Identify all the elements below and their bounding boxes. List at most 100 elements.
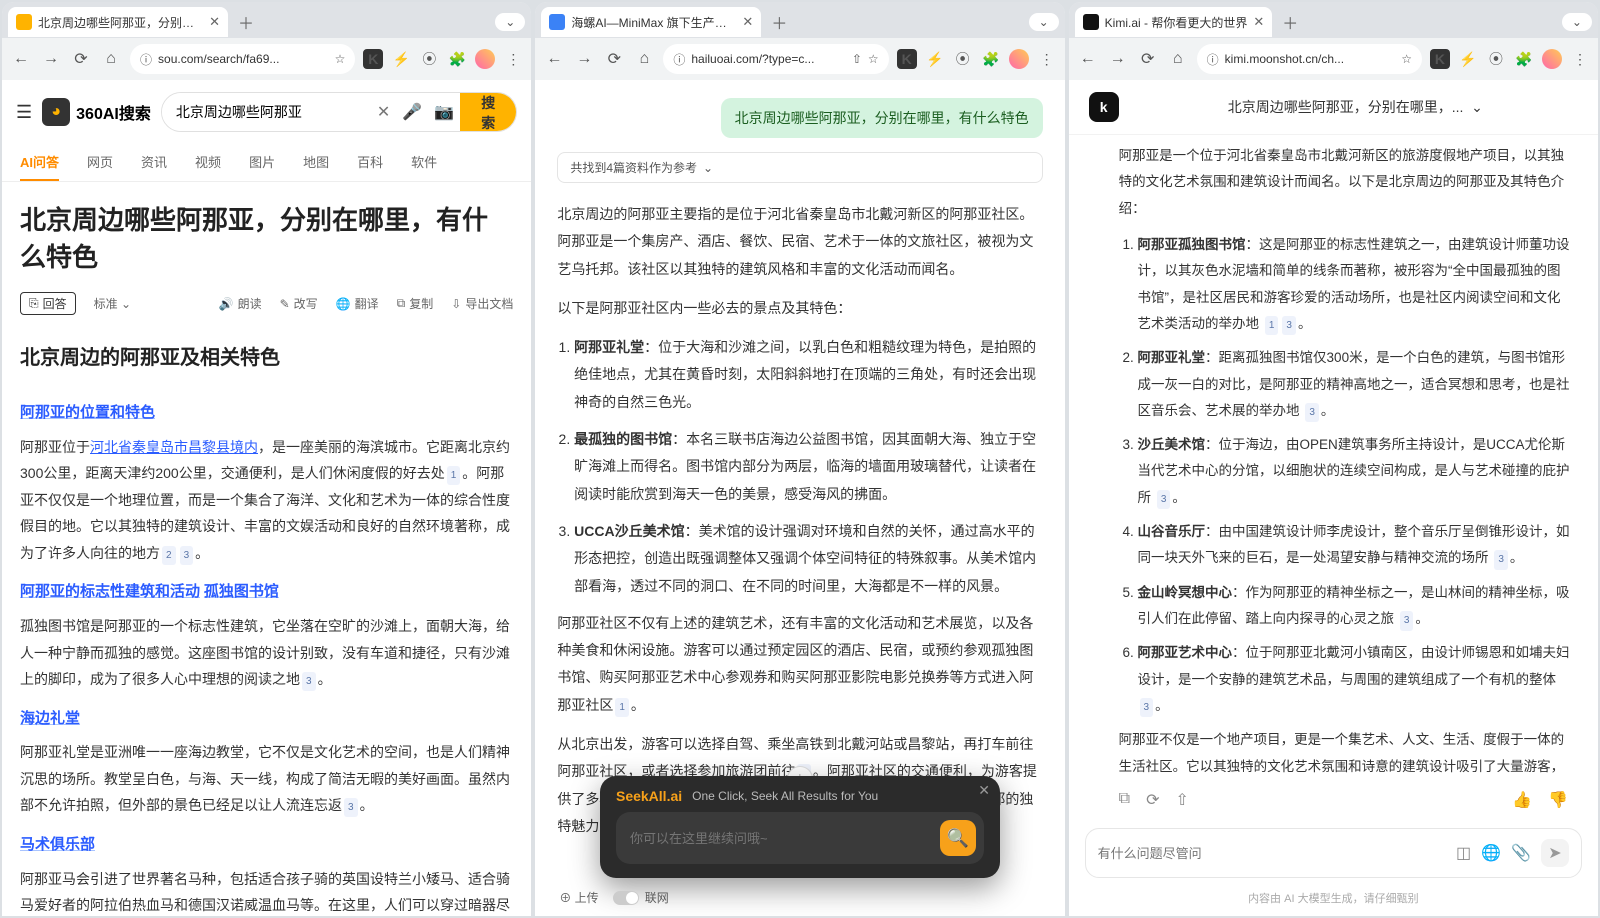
tab-video[interactable]: 视频 — [195, 144, 221, 181]
citation[interactable]: 1 — [1265, 316, 1279, 336]
tab-web[interactable]: 网页 — [87, 144, 113, 181]
profile-avatar[interactable] — [1009, 49, 1029, 69]
address-bar[interactable]: ⓘ sou.com/search/fa69... ☆ — [130, 44, 355, 74]
rewrite-button[interactable]: ✎ 改写 — [280, 295, 318, 312]
forward-icon[interactable]: → — [573, 50, 595, 68]
citation[interactable]: 3 — [1305, 403, 1319, 423]
extension-dots-icon[interactable]: ⦿ — [1486, 49, 1506, 69]
globe-icon[interactable]: 🌐 — [1481, 843, 1501, 863]
extension-k-icon[interactable]: K — [897, 49, 917, 69]
new-tab-button[interactable]: ＋ — [765, 10, 793, 34]
citation[interactable]: 3 — [302, 672, 316, 691]
share-icon[interactable]: ⇧ — [852, 52, 862, 66]
seekall-search-icon[interactable]: 🔍 — [940, 820, 976, 856]
citation[interactable]: 3 — [344, 798, 358, 817]
chat-input[interactable] — [1098, 846, 1446, 861]
copy-button[interactable]: ⧉ 复制 — [397, 295, 434, 312]
reload-icon[interactable]: ⟳ — [603, 49, 625, 69]
tab-map[interactable]: 地图 — [303, 144, 329, 181]
translate-button[interactable]: 🌐 翻译 — [336, 295, 379, 312]
cube-icon[interactable]: ◫ — [1456, 843, 1471, 863]
new-tab-button[interactable]: ＋ — [1276, 10, 1304, 34]
forward-icon[interactable]: → — [40, 50, 62, 68]
profile-avatar[interactable] — [1542, 49, 1562, 69]
home-icon[interactable]: ⌂ — [633, 50, 655, 68]
seekall-input[interactable] — [630, 831, 940, 846]
citation[interactable]: 3 — [1157, 490, 1171, 510]
close-tab-icon[interactable]: ✕ — [1253, 14, 1264, 30]
browser-tab[interactable]: 北京周边哪些阿那亚，分别在哪... ✕ — [8, 7, 228, 37]
extension-puzzle-icon[interactable]: 🧩 — [447, 49, 467, 69]
reload-icon[interactable]: ⟳ — [70, 49, 92, 69]
browser-menu-icon[interactable]: ⋮ — [503, 49, 523, 69]
voice-icon[interactable]: 🎤 — [396, 93, 428, 131]
home-icon[interactable]: ⌂ — [100, 50, 122, 68]
section-horse-heading[interactable]: 马术俱乐部 — [20, 831, 95, 860]
tab-ai-answer[interactable]: AI问答 — [20, 144, 59, 181]
address-bar[interactable]: ⓘ kimi.moonshot.cn/ch... ☆ — [1197, 44, 1422, 74]
bookmark-icon[interactable]: ☆ — [335, 52, 346, 66]
tab-software[interactable]: 软件 — [411, 144, 437, 181]
site-logo[interactable]: ◕ 360AI搜索 — [42, 98, 151, 126]
camera-icon[interactable]: 📷 — [428, 93, 460, 131]
section-library-heading[interactable]: 孤独图书馆 — [204, 578, 279, 607]
browser-menu-icon[interactable]: ⋮ — [1570, 49, 1590, 69]
thumbs-down-icon[interactable]: 👎 — [1548, 790, 1568, 810]
send-button[interactable]: ➤ — [1541, 839, 1569, 867]
references-toggle[interactable]: 共找到4篇资料作为参考⌄ — [557, 152, 1042, 183]
browser-menu-icon[interactable]: ⋮ — [1037, 49, 1057, 69]
home-icon[interactable]: ⌂ — [1167, 50, 1189, 68]
tab-news[interactable]: 资讯 — [141, 144, 167, 181]
forward-icon[interactable]: → — [1107, 50, 1129, 68]
bookmark-icon[interactable]: ☆ — [1401, 52, 1412, 66]
profile-avatar[interactable] — [475, 49, 495, 69]
regenerate-icon[interactable]: ⟳ — [1146, 790, 1159, 810]
bookmark-icon[interactable]: ☆ — [868, 52, 879, 66]
back-icon[interactable]: ← — [1077, 50, 1099, 68]
tab-image[interactable]: 图片 — [249, 144, 275, 181]
standard-label[interactable]: 标准 ⌄ — [94, 295, 131, 312]
export-button[interactable]: ⇩ 导出文档 — [451, 295, 513, 312]
browser-tab[interactable]: Kimi.ai - 帮你看更大的世界 ✕ — [1075, 7, 1273, 37]
extension-k-icon[interactable]: K — [363, 49, 383, 69]
tab-list-dropdown[interactable]: ⌄ — [1562, 13, 1592, 31]
clear-icon[interactable]: ✕ — [371, 93, 396, 131]
citation[interactable]: 3 — [1282, 316, 1296, 336]
citation[interactable]: 3 — [1400, 611, 1414, 631]
browser-tab[interactable]: 海螺AI—MiniMax 旗下生产力... ✕ — [541, 7, 761, 37]
location-link[interactable]: 河北省秦皇岛市昌黎县境内 — [90, 439, 258, 455]
extension-k-icon[interactable]: K — [1430, 49, 1450, 69]
section-location-heading[interactable]: 阿那亚的位置和特色 — [20, 399, 155, 428]
conversation-title[interactable]: 北京周边哪些阿那亚，分别在哪里，... ⌄ — [1133, 97, 1578, 117]
share-icon[interactable]: ⇧ — [1176, 790, 1189, 810]
citation[interactable]: 1 — [615, 698, 629, 718]
back-icon[interactable]: ← — [10, 50, 32, 68]
extension-puzzle-icon[interactable]: 🧩 — [1514, 49, 1534, 69]
new-tab-button[interactable]: ＋ — [232, 10, 260, 34]
close-icon[interactable]: ✕ — [978, 782, 990, 799]
close-tab-icon[interactable]: ✕ — [209, 14, 220, 30]
address-bar[interactable]: ⓘ hailuoai.com/?type=c... ⇧ ☆ — [663, 44, 888, 74]
extension-bolt-icon[interactable]: ⚡ — [925, 49, 945, 69]
tab-baike[interactable]: 百科 — [357, 144, 383, 181]
copy-icon[interactable]: ⧉ — [1119, 790, 1130, 810]
hamburger-icon[interactable]: ☰ — [16, 102, 32, 123]
extension-dots-icon[interactable]: ⦿ — [419, 49, 439, 69]
extension-bolt-icon[interactable]: ⚡ — [1458, 49, 1478, 69]
search-input[interactable] — [162, 93, 371, 131]
reload-icon[interactable]: ⟳ — [1137, 49, 1159, 69]
section-arch-heading[interactable]: 阿那亚的标志性建筑和活动 — [20, 578, 200, 607]
upload-button[interactable]: ⊕ 上传 — [559, 889, 598, 906]
kimi-logo[interactable]: k — [1089, 92, 1119, 122]
extension-puzzle-icon[interactable]: 🧩 — [981, 49, 1001, 69]
extension-dots-icon[interactable]: ⦿ — [953, 49, 973, 69]
toggle-switch[interactable] — [613, 891, 639, 905]
tab-list-dropdown[interactable]: ⌄ — [1029, 13, 1059, 31]
tab-list-dropdown[interactable]: ⌄ — [495, 13, 525, 31]
citation[interactable]: 3 — [1140, 698, 1154, 718]
citation[interactable]: 2 — [162, 546, 176, 565]
extension-bolt-icon[interactable]: ⚡ — [391, 49, 411, 69]
read-aloud-button[interactable]: 🔊 朗读 — [219, 295, 262, 312]
network-toggle[interactable]: 联网 — [613, 889, 669, 906]
citation[interactable]: 1 — [447, 466, 461, 485]
